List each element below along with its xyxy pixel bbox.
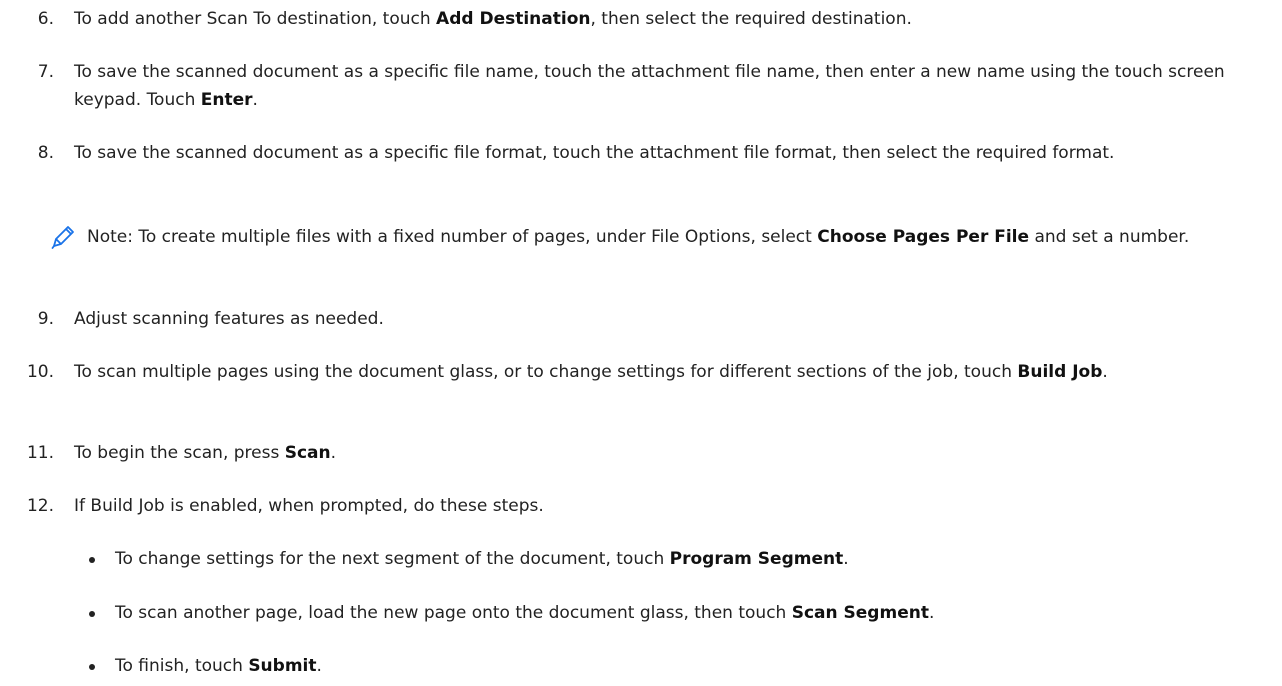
step-11: 11. To begin the scan, press Scan. xyxy=(0,439,1234,467)
bullet-item: To change settings for the next segment … xyxy=(0,545,1235,573)
bullet-item: To finish, touch Submit. xyxy=(0,652,1235,680)
bullet-text-part: . xyxy=(843,549,849,569)
step-8: 8. To save the scanned document as a spe… xyxy=(0,139,1234,167)
step-6: 6. To add another Scan To destination, t… xyxy=(0,5,1234,33)
step-text-part: . xyxy=(252,90,258,110)
bullet-dot xyxy=(89,611,95,617)
step-10: 10. To scan multiple pages using the doc… xyxy=(0,358,1234,386)
bullet-item: To scan another page, load the new page … xyxy=(0,599,1235,627)
note-text: Note: To create multiple files with a fi… xyxy=(87,227,1189,247)
pencil-icon xyxy=(50,224,76,250)
step-text: To save the scanned document as a specif… xyxy=(74,143,1115,163)
bullet-text-part: To scan another page, load the new page … xyxy=(115,603,792,623)
step-text-part: To add another Scan To destination, touc… xyxy=(74,9,437,29)
step-text: If Build Job is enabled, when prompted, … xyxy=(74,496,544,516)
step-number: 6. xyxy=(37,9,54,29)
step-number: 12. xyxy=(26,496,54,516)
step-text-part: To begin the scan, press xyxy=(74,443,285,463)
step-text: To scan multiple pages using the documen… xyxy=(74,358,1234,386)
note-block: Note: To create multiple files with a fi… xyxy=(0,223,1237,251)
bullet-text: To scan another page, load the new page … xyxy=(115,603,934,623)
bullet-bold-term: Scan Segment xyxy=(791,603,929,623)
step-number: 10. xyxy=(26,362,54,382)
step-text: Adjust scanning features as needed. xyxy=(74,309,384,329)
step-9: 9. Adjust scanning features as needed. xyxy=(0,305,1234,333)
bullet-text-part: . xyxy=(928,603,935,623)
bullet-dot xyxy=(89,557,95,563)
bullet-text: To change settings for the next segment … xyxy=(115,549,849,569)
step-bold-term: Add Destination xyxy=(436,9,591,29)
bullet-dot xyxy=(89,664,95,670)
step-number: 7. xyxy=(37,62,54,82)
step-number: 9. xyxy=(37,309,54,329)
step-text-part: To scan multiple pages using the documen… xyxy=(74,362,1018,382)
step-text: To save the scanned document as a specif… xyxy=(74,58,1234,114)
bullet-text-part: To change settings for the next segment … xyxy=(115,549,670,569)
note-bold-term: Choose Pages Per File xyxy=(817,227,1030,247)
step-bold-term: Scan xyxy=(284,443,331,463)
step-text-part: . xyxy=(330,443,337,463)
step-text-part: . xyxy=(1102,362,1108,382)
step-text: To add another Scan To destination, touc… xyxy=(74,5,1234,33)
bullet-text: To finish, touch Submit. xyxy=(115,656,322,676)
step-bold-term: Build Job xyxy=(1017,362,1103,382)
bullet-text-part: . xyxy=(316,656,322,676)
step-number: 11. xyxy=(26,443,54,463)
step-text: To begin the scan, press Scan. xyxy=(74,439,1234,467)
note-text-part: Note: To create multiple files with a fi… xyxy=(87,227,818,247)
bullet-bold-term: Submit xyxy=(248,656,317,676)
bullet-text-part: To finish, touch xyxy=(115,656,249,676)
step-bold-term: Enter xyxy=(200,90,253,110)
step-number: 8. xyxy=(37,143,54,163)
bullet-bold-term: Program Segment xyxy=(669,549,844,569)
note-text-part: and set a number. xyxy=(1029,227,1190,247)
step-text-part: , then select the required destination. xyxy=(590,9,912,29)
step-7: 7. To save the scanned document as a spe… xyxy=(0,58,1234,114)
step-12: 12. If Build Job is enabled, when prompt… xyxy=(0,492,1234,520)
